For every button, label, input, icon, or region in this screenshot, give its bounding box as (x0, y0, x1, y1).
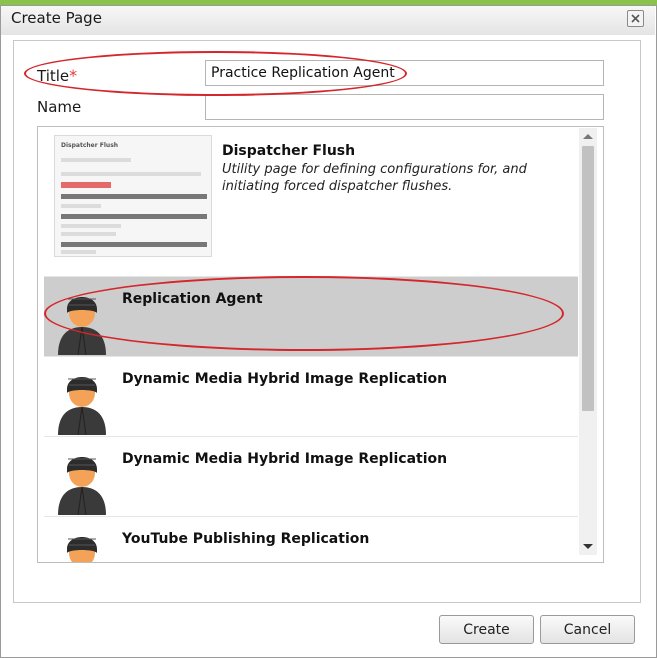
thumbnail-bar (61, 194, 207, 199)
template-title: Dynamic Media Hybrid Image Replication (122, 371, 448, 387)
create-button[interactable]: Create (439, 615, 534, 644)
thumbnail-line (61, 250, 96, 254)
scroll-down-arrow-icon[interactable] (583, 544, 593, 549)
list-item-youtube-publishing[interactable]: YouTube Publishing Replication (44, 517, 578, 562)
hooded-person-icon (67, 537, 97, 562)
thumbnail-bar (61, 214, 207, 219)
template-description: Utility page for defining configurations… (222, 162, 527, 194)
thumbnail-title: Dispatcher Flush (61, 142, 119, 149)
thumbnail-line (61, 224, 121, 228)
annotation-ellipse-title (24, 51, 407, 96)
hooded-person-icon (58, 457, 106, 515)
thumbnail-line (61, 232, 116, 236)
name-label: Name (37, 98, 82, 116)
list-item-dynamic-media-1[interactable]: Dynamic Media Hybrid Image Replication (44, 357, 578, 437)
thumbnail-line (61, 204, 101, 208)
name-input[interactable] (205, 94, 604, 120)
thumbnail-line (61, 158, 131, 162)
list-item-dynamic-media-2[interactable]: Dynamic Media Hybrid Image Replication (44, 437, 578, 517)
list-scrollbar[interactable] (579, 128, 597, 555)
cancel-button[interactable]: Cancel (540, 615, 635, 644)
template-title: Dispatcher Flush (222, 143, 356, 159)
annotation-ellipse-replication-agent (44, 276, 564, 351)
scroll-up-arrow-icon[interactable] (583, 134, 593, 139)
list-item-dispatcher-flush[interactable]: Dispatcher Flush Dispatcher Flush Utilit… (44, 129, 578, 277)
thumbnail-line (61, 172, 201, 176)
scroll-thumb[interactable] (582, 146, 594, 411)
template-title: Dynamic Media Hybrid Image Replication (122, 451, 448, 467)
dialog-title: Create Page (11, 9, 102, 27)
template-title: YouTube Publishing Replication (122, 531, 370, 547)
close-icon (631, 14, 640, 23)
thumbnail-bar (61, 242, 207, 247)
close-button[interactable] (627, 10, 644, 27)
hooded-person-icon (58, 377, 106, 435)
template-thumbnail: Dispatcher Flush (54, 135, 212, 257)
thumbnail-button (61, 182, 111, 188)
